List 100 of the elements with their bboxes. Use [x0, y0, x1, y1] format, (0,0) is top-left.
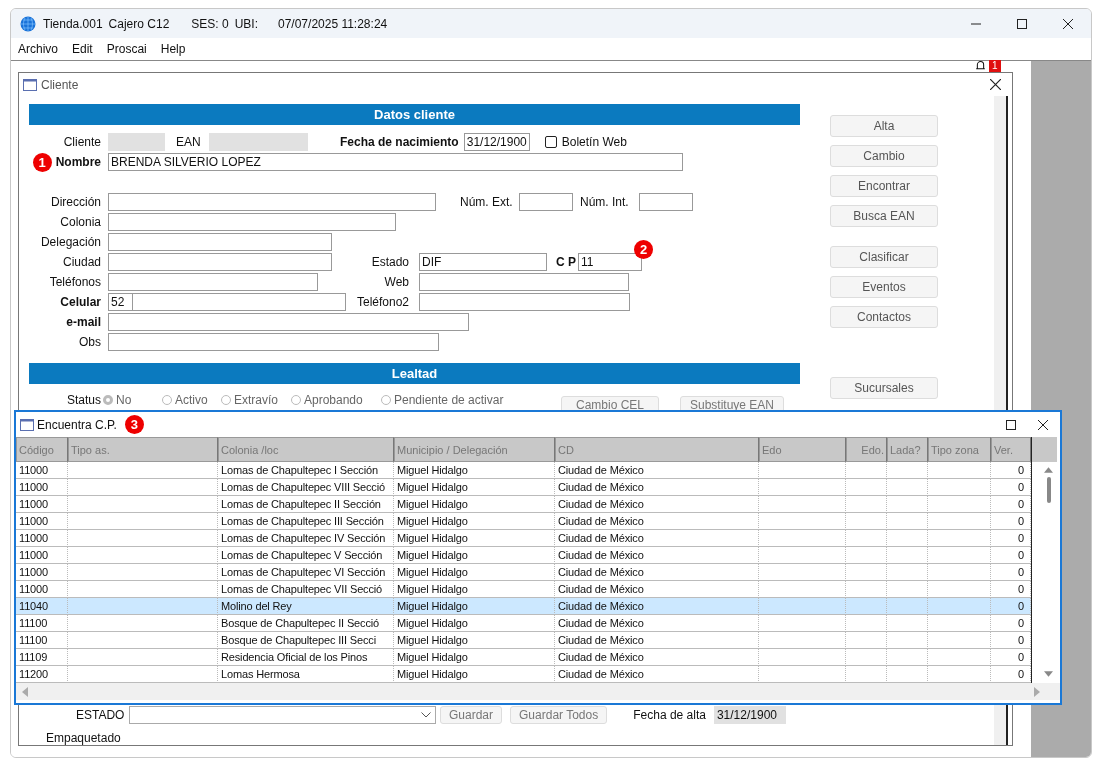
- table-cell: 0: [991, 598, 1031, 615]
- maximize-icon[interactable]: [1006, 419, 1016, 430]
- close-icon[interactable]: [1063, 18, 1073, 29]
- menu-item[interactable]: Proscai: [106, 42, 147, 56]
- delegacion-field[interactable]: [108, 233, 332, 251]
- table-cell: [887, 615, 928, 632]
- name-field[interactable]: BRENDA SILVERIO LOPEZ: [108, 153, 683, 171]
- maximize-icon[interactable]: [1017, 18, 1027, 29]
- radio-button[interactable]: [291, 395, 301, 405]
- side-button[interactable]: Busca EAN: [830, 205, 938, 227]
- table-cell: [928, 530, 991, 547]
- int-number-field[interactable]: [639, 193, 693, 211]
- location-label: UBI:: [234, 16, 258, 31]
- scroll-thumb[interactable]: [1046, 477, 1051, 503]
- table-cell: Miguel Hidalgo: [394, 615, 555, 632]
- notification-badge: 1: [989, 60, 1001, 72]
- table-cell: Ciudad de México: [555, 496, 759, 513]
- postal-code-field[interactable]: 11: [578, 253, 642, 271]
- table-cell: [928, 479, 991, 496]
- table-cell: [887, 479, 928, 496]
- menu-item[interactable]: Help: [160, 42, 186, 56]
- close-icon[interactable]: [1038, 419, 1048, 430]
- table-cell: [846, 479, 887, 496]
- table-cell: [887, 632, 928, 649]
- table-cell: [846, 632, 887, 649]
- field-label: Empaquetado: [46, 731, 122, 745]
- field-label: EAN: [176, 135, 202, 149]
- menu-item[interactable]: Edit: [72, 42, 93, 56]
- table-cell: Miguel Hidalgo: [394, 547, 555, 564]
- table-cell: Lomas de Chapultepec II Sección: [218, 496, 394, 513]
- checkbox[interactable]: [544, 136, 557, 148]
- table-cell: 11000: [16, 513, 68, 530]
- bell-icon[interactable]: [975, 60, 986, 71]
- caret-icon: [421, 712, 431, 718]
- email-field[interactable]: [108, 313, 469, 331]
- radio-label: Pendiente de activar: [394, 393, 504, 407]
- field-label: Teléfono2: [355, 295, 409, 309]
- radio-button[interactable]: [381, 395, 391, 405]
- field-label: Dirección: [50, 195, 101, 209]
- save-button[interactable]: Guardar Todos: [510, 706, 608, 724]
- table-cell: Bosque de Chapultepec III Secci: [218, 632, 394, 649]
- radio-button[interactable]: [221, 395, 231, 405]
- side-button[interactable]: Contactos: [830, 306, 938, 328]
- app-title: Tienda.001: [43, 16, 103, 31]
- field-label: e-mail: [65, 315, 101, 329]
- table-cell: 11109: [16, 649, 68, 666]
- menu-item[interactable]: Archivo: [18, 42, 58, 56]
- save-button[interactable]: Guardar: [440, 706, 503, 724]
- table-cell: [887, 530, 928, 547]
- section-header: Datos cliente: [29, 104, 800, 125]
- table-cell: [846, 513, 887, 530]
- horizontal-scrollbar[interactable]: [16, 683, 1060, 700]
- web-field[interactable]: [419, 273, 629, 291]
- side-button[interactable]: Alta: [830, 115, 938, 137]
- table-cell: 11100: [16, 632, 68, 649]
- date-field[interactable]: 31/12/1900: [463, 133, 530, 151]
- table-cell: Lomas de Chapultepec VIII Secció: [218, 479, 394, 496]
- scroll-down-icon[interactable]: [1044, 671, 1053, 677]
- state-field[interactable]: DIF: [419, 253, 547, 271]
- table-cell: [887, 496, 928, 513]
- radio-button[interactable]: [103, 395, 113, 405]
- phone-field[interactable]: [419, 293, 630, 311]
- side-button[interactable]: Clasificar: [830, 246, 938, 268]
- table-cell: Miguel Hidalgo: [394, 530, 555, 547]
- scroll-right-icon[interactable]: [1034, 686, 1040, 697]
- country-code-field[interactable]: 52: [108, 293, 133, 311]
- side-button[interactable]: Encontrar: [830, 175, 938, 197]
- colonia-field[interactable]: [108, 213, 396, 231]
- side-button[interactable]: Sucursales: [830, 377, 938, 399]
- mobile-field[interactable]: [133, 293, 346, 311]
- table-cell: [887, 649, 928, 666]
- table-cell: Lomas de Chapultepec III Sección: [218, 513, 394, 530]
- table-cell: Molino del Rey: [218, 598, 394, 615]
- vertical-scrollbar[interactable]: [1031, 437, 1057, 683]
- side-button[interactable]: Eventos: [830, 276, 938, 298]
- side-button[interactable]: Cambio: [830, 145, 938, 167]
- table-cell: [928, 496, 991, 513]
- scroll-left-icon[interactable]: [22, 686, 28, 697]
- city-field[interactable]: [108, 253, 332, 271]
- datetime-label: 07/07/2025 11:28:24: [278, 16, 388, 31]
- radio-button[interactable]: [162, 395, 172, 405]
- phone-field[interactable]: [108, 273, 318, 291]
- window-title: Encuentra C.P.: [37, 417, 117, 432]
- table-cell: [846, 462, 887, 479]
- field-label: Nombre: [55, 155, 101, 169]
- table-cell: Ciudad de México: [555, 530, 759, 547]
- scroll-up-icon[interactable]: [1044, 467, 1053, 473]
- cashier-label: Cajero C12: [108, 16, 170, 31]
- session-label: SES: 0: [191, 16, 229, 31]
- table-cell: 11000: [16, 547, 68, 564]
- state-dropdown[interactable]: [129, 706, 436, 724]
- table-cell: Lomas de Chapultepec VI Sección: [218, 564, 394, 581]
- table-cell: [846, 649, 887, 666]
- address-field[interactable]: [108, 193, 436, 211]
- table-cell: Lomas de Chapultepec V Sección: [218, 547, 394, 564]
- ext-number-field[interactable]: [519, 193, 573, 211]
- close-icon[interactable]: [990, 79, 1001, 90]
- table-cell: Miguel Hidalgo: [394, 632, 555, 649]
- table-cell: [846, 530, 887, 547]
- notes-field[interactable]: [108, 333, 439, 351]
